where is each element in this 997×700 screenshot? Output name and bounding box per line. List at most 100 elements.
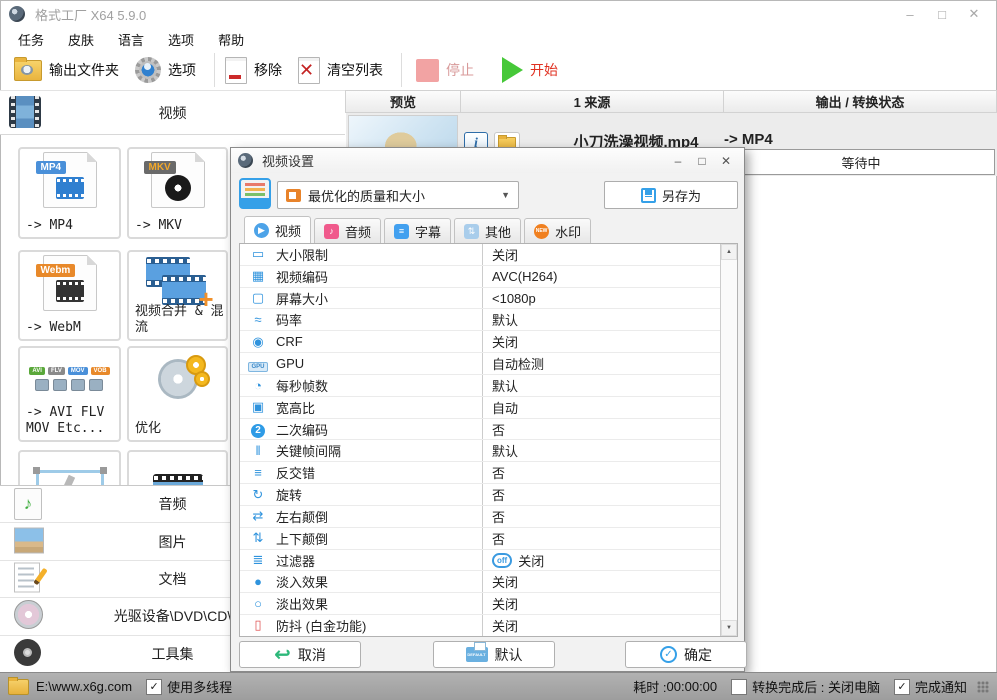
tab-audio[interactable]: ♪ 音频 [314,218,382,243]
tab-other[interactable]: ⇅ 其他 [454,218,522,243]
setting-row[interactable]: ▣ 宽高比 自动 [240,396,721,419]
close-icon[interactable]: ✕ [963,6,985,22]
setting-row[interactable]: ⇄ 左右颠倒 否 [240,505,721,528]
setting-row[interactable]: ≣ 过滤器 off 关闭 [240,549,721,572]
setting-row[interactable]: ● 淡入效果 关闭 [240,571,721,594]
format-card-label: 优化 [135,420,162,436]
setting-row[interactable]: ▢ 屏幕大小 <1080p [240,287,721,310]
clear-list-button[interactable]: 清空列表 [298,56,383,84]
setting-value: 关闭 [492,597,519,613]
column-header-output[interactable]: 输出 / 转换状态 [723,90,997,113]
column-header-preview[interactable]: 预览 [345,90,460,113]
ruler-icon: ▭ [251,246,265,262]
start-button[interactable]: 开始 [502,57,558,83]
format-card-label: -> WebM [26,319,81,335]
column-header-source[interactable]: 1 来源 [460,90,723,113]
setting-label: 左右颠倒 [276,509,329,525]
app-icon [9,6,25,22]
fade-in-icon: ● [254,574,262,590]
setting-value: 关闭 [492,575,519,591]
multithread-label: 使用多线程 [167,680,233,695]
elapsed-value: 00:00:00 [666,679,718,694]
cancel-button[interactable]: ↩ 取消 [239,641,361,668]
setting-label: 宽高比 [276,400,316,416]
toolkit-icon [14,638,41,669]
tab-video[interactable]: ▶ 视频 [244,216,312,243]
setting-row[interactable]: GPU GPU 自动检测 [240,353,721,375]
scroll-up-icon[interactable]: ▲ [721,244,737,260]
resize-grip[interactable] [977,680,989,693]
output-format: -> MP4 [724,131,773,148]
options-label: 选项 [168,62,196,78]
setting-value: 默认 [492,444,519,460]
setting-row[interactable]: ▭ 大小限制 关闭 [240,244,721,266]
scrollbar[interactable]: ▲ ▼ [720,244,737,636]
notify-checkbox[interactable] [893,678,910,695]
deinterlace-icon: ≡ [254,465,262,481]
video-tab-icon: ▶ [254,222,269,238]
bitrate-icon: ≈ [254,312,262,328]
menu-item[interactable]: 帮助 [206,30,256,49]
video-category-header[interactable]: 视频 [0,90,345,135]
tab-watermark[interactable]: NEW 水印 [524,218,592,243]
menu-item[interactable]: 语言 [106,30,156,49]
ok-button[interactable]: ✓ 确定 [625,641,747,668]
format-card[interactable]: + 视频合并 & 混流 [127,250,228,341]
clear-list-label: 清空列表 [327,62,383,78]
tab-label: 其他 [485,224,512,240]
maximize-icon[interactable]: □ [931,7,953,22]
default-button[interactable]: DEFAULT 默认 [433,641,555,668]
setting-row[interactable]: ○ 淡出效果 关闭 [240,593,721,616]
setting-row[interactable]: ◉ CRF 关闭 [240,331,721,354]
setting-row[interactable]: ⇅ 上下颠倒 否 [240,527,721,550]
setting-row[interactable]: ◔ 每秒帧数 默认 [240,374,721,397]
setting-row[interactable]: ▯ 防抖 (白金功能) 关闭 [240,615,721,636]
setting-row[interactable]: ‖ 关键帧间隔 默认 [240,440,721,463]
save-as-button[interactable]: 另存为 [604,181,738,209]
setting-row[interactable]: ≡ 反交错 否 [240,462,721,485]
format-card[interactable]: 优化 [127,346,228,442]
format-card[interactable]: Webm -> WebM [18,250,121,341]
preset-select[interactable]: 最优化的质量和大小 ▼ [277,181,519,209]
setting-label: 淡出效果 [276,597,329,613]
format-card[interactable]: MKV -> MKV [127,147,228,239]
setting-row[interactable]: ↻ 旋转 否 [240,484,721,506]
scroll-down-icon[interactable]: ▼ [721,620,737,636]
setting-value: 默认 [492,313,519,329]
output-folder-button[interactable]: 输出文件夹 [14,56,119,81]
back-arrow-icon: ↩ [274,643,291,666]
format-card[interactable]: MP4 -> MP4 [18,147,121,239]
settings-list: ▭ 大小限制 关闭 ▦ 视频编码 AVC(H264) ▢ 屏幕大小 <1080p ≈ 码率 默认 ◉ CR… [239,243,738,637]
minimize-icon[interactable]: – [899,7,921,22]
tab-subtitle[interactable]: ≡ 字幕 [384,218,452,243]
save-as-label: 另存为 [661,188,701,204]
notify-label: 完成通知 [914,680,967,695]
dialog-maximize-icon[interactable]: □ [694,154,710,168]
setting-label: 码率 [276,313,303,329]
setting-row[interactable]: 2 二次编码 否 [240,418,721,441]
dialog-close-icon[interactable]: ✕ [718,154,734,168]
setting-row[interactable]: ▦ 视频编码 AVC(H264) [240,265,721,288]
menu-item[interactable]: 皮肤 [56,30,106,49]
play-icon [502,57,523,83]
menu-item[interactable]: 任务 [6,30,56,49]
filter-icon: ≣ [252,552,264,567]
ok-label: 确定 [684,646,712,663]
dialog-minimize-icon[interactable]: – [670,154,686,168]
setting-label: 关键帧间隔 [276,444,342,460]
setting-value: 关闭 [518,553,545,569]
output-path-folder-icon[interactable] [8,676,29,695]
remove-label: 移除 [254,62,282,78]
output-path[interactable]: E:\www.x6g.com [36,679,132,694]
remove-button[interactable]: 移除 [225,56,282,84]
options-button[interactable]: 选项 [135,57,196,83]
other-tab-icon: ⇅ [464,223,480,239]
gear-icon [135,57,161,83]
menu-item[interactable]: 选项 [156,30,206,49]
setting-row[interactable]: ≈ 码率 默认 [240,309,721,332]
stop-button[interactable]: 停止 [416,58,474,82]
format-card[interactable]: AVI FLV MOV VOB -> AVI FLV MOV Etc... [18,346,121,442]
multithread-checkbox[interactable] [146,678,163,695]
shutdown-checkbox[interactable] [731,678,748,695]
status-badge: 等待中 [727,149,995,175]
